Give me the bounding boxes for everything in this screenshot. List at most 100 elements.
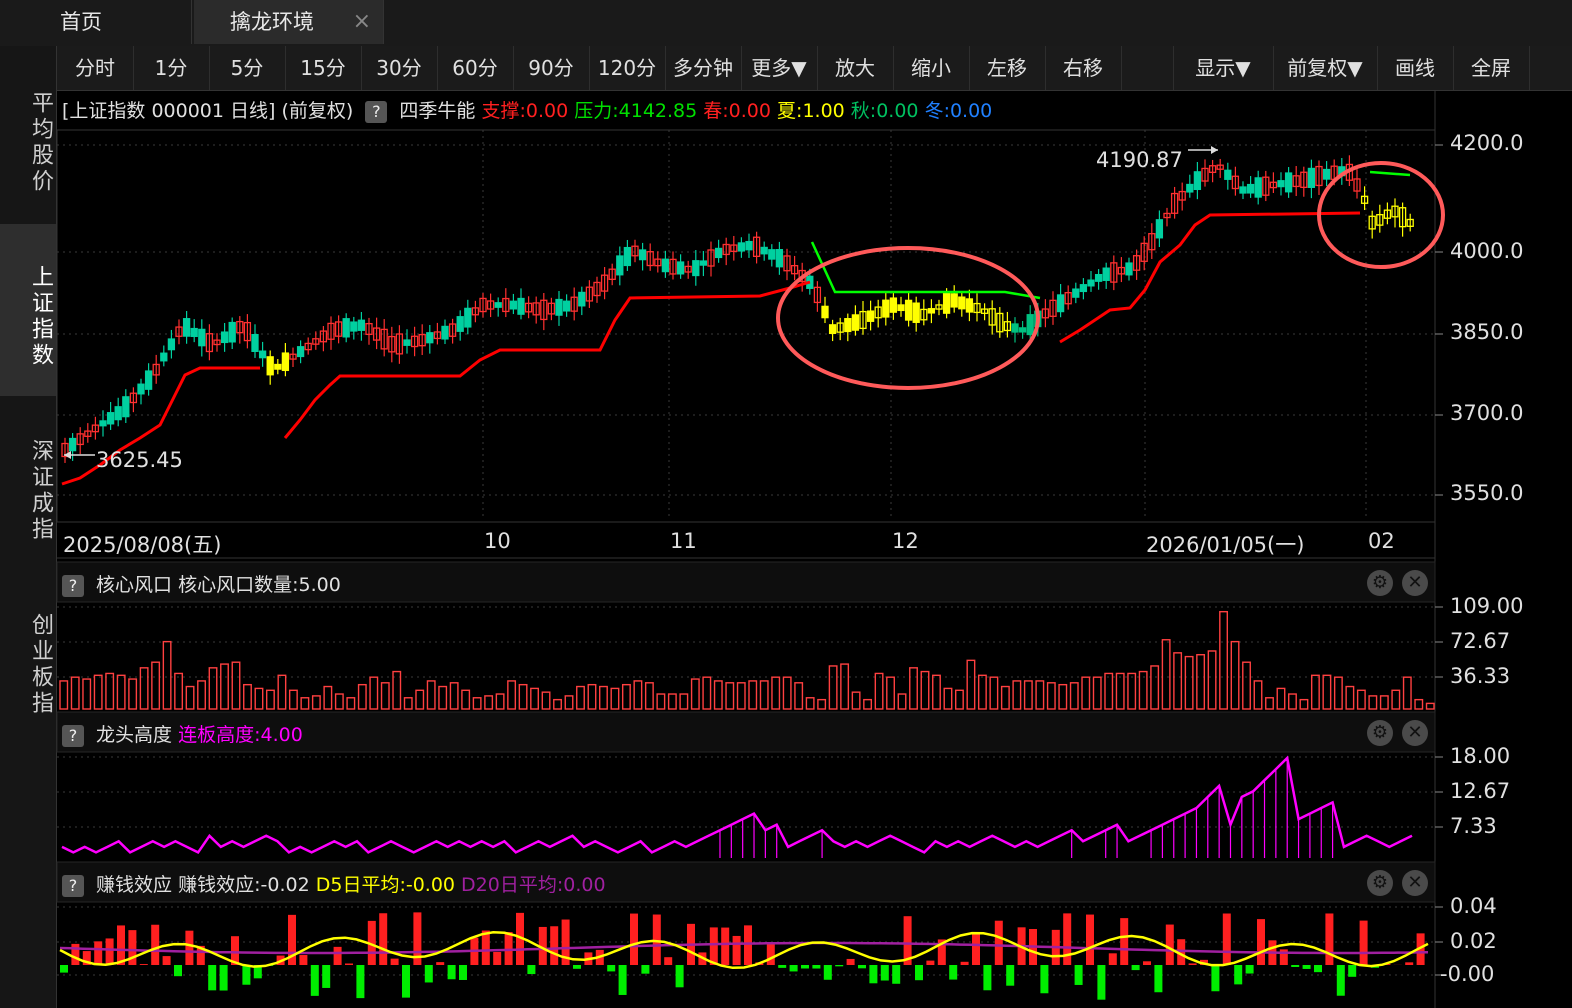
core-wind-bar [1219,610,1228,710]
money-effect-bar-down [949,965,958,980]
candle-body [623,246,632,267]
candle-body [745,240,753,251]
core-wind-bar [334,693,344,710]
core-wind-bar [840,663,850,710]
core-wind-bar [667,693,677,710]
core-wind-bar [1368,695,1378,710]
candle-body [851,314,860,331]
core-wind-bar [1035,680,1045,710]
core-wind-bar [1322,674,1332,710]
core-wind-bar [679,693,689,710]
core-wind-bar [748,680,758,710]
candle-body [638,249,647,261]
core-wind-bar [139,667,149,710]
candle-body [190,327,198,338]
gear-icon[interactable]: ⚙ [1367,870,1393,896]
core-wind-bar [713,680,723,710]
money-effect-bar-down [1245,965,1254,974]
core-wind-bar [208,667,218,710]
panel3-title: 赚钱效应 [96,874,173,896]
core-wind-bar [1173,652,1183,710]
help-icon[interactable]: ? [62,875,84,897]
core-wind-bar [162,640,172,710]
core-wind-bar [897,693,907,710]
core-wind-bar [863,698,873,710]
core-wind-bar [415,689,425,710]
x-tick-nov: 11 [670,529,697,553]
panel1-y-tick-36: 36.33 [1450,664,1511,688]
core-wind-bar [357,683,367,710]
money-effect-bar-down [459,965,467,980]
close-icon[interactable]: ✕ [1402,570,1428,596]
money-effect-bar-down [1336,965,1345,996]
candle-body [828,324,837,335]
core-wind-bar [736,682,746,710]
candle-body [342,318,350,338]
candle-body [912,302,920,323]
core-wind-bar [128,678,138,710]
core-wind-bar [805,697,815,710]
candle-body [167,338,176,351]
candle-body [768,249,776,260]
core-wind-bar [311,695,321,710]
core-wind-bar [690,678,700,710]
close-icon[interactable]: ✕ [1402,720,1428,746]
high-annotation: 4190.87 [1096,148,1183,172]
core-wind-bar [518,683,528,710]
y-tick-3850: 3850.0 [1450,320,1524,344]
y-tick-3700: 3700.0 [1450,401,1524,425]
candle-body [1026,314,1034,336]
candle-body [281,352,290,372]
help-icon[interactable]: ? [62,575,84,597]
core-wind-bar [610,687,620,710]
core-wind-bar [1402,676,1412,710]
money-effect-bar-up [721,927,730,965]
core-wind-bar [1265,697,1274,710]
money-effect-bar-down [618,965,627,995]
kline-chart[interactable] [0,0,1572,1008]
candle-body [942,292,951,314]
money-effect-bar-up [1257,919,1265,965]
money-effect-bar-down [892,965,901,984]
candle-body [760,246,768,255]
candle-body [965,298,974,313]
money-effect-bar-down [675,965,684,988]
core-wind-bar [1023,680,1033,710]
core-wind-bar [633,680,643,710]
money-effect-bar-down [1131,965,1140,971]
core-wind-bar [70,676,80,710]
panel3-y-tick-004: 0.04 [1450,894,1497,918]
core-wind-bar [1207,650,1217,710]
money-effect-bar-up [1188,963,1197,965]
money-effect-bar-down [1291,965,1300,967]
money-effect-bar-up [972,932,980,965]
core-wind-bar [300,697,310,710]
core-wind-bar [932,674,941,710]
candle-body [1011,323,1019,333]
money-effect-bar-up [732,935,741,965]
core-wind-bar [886,676,895,710]
help-icon[interactable]: ? [62,725,84,747]
core-wind-bar [541,691,551,710]
candle-body [616,255,624,276]
gear-icon[interactable]: ⚙ [1367,720,1393,746]
core-wind-bar [1345,685,1355,710]
candle-body [258,350,267,359]
close-icon[interactable]: ✕ [1402,870,1428,896]
money-effect-bar-up [1108,953,1117,965]
candle-body [274,363,282,370]
core-wind-bar [243,683,252,710]
core-wind-bar [725,682,735,710]
candle-body [1239,186,1247,194]
core-wind-bar [288,689,298,710]
candle-body [517,297,525,315]
core-wind-bar [1253,680,1263,710]
candle-body [220,331,229,344]
candle-body [296,346,305,358]
candle-body [1254,177,1262,198]
gear-icon[interactable]: ⚙ [1367,570,1393,596]
dragon-height-line [61,755,1413,854]
candle-body [456,316,464,332]
money-effect-bar-up [185,930,194,965]
money-effect-bar-down [527,965,536,975]
